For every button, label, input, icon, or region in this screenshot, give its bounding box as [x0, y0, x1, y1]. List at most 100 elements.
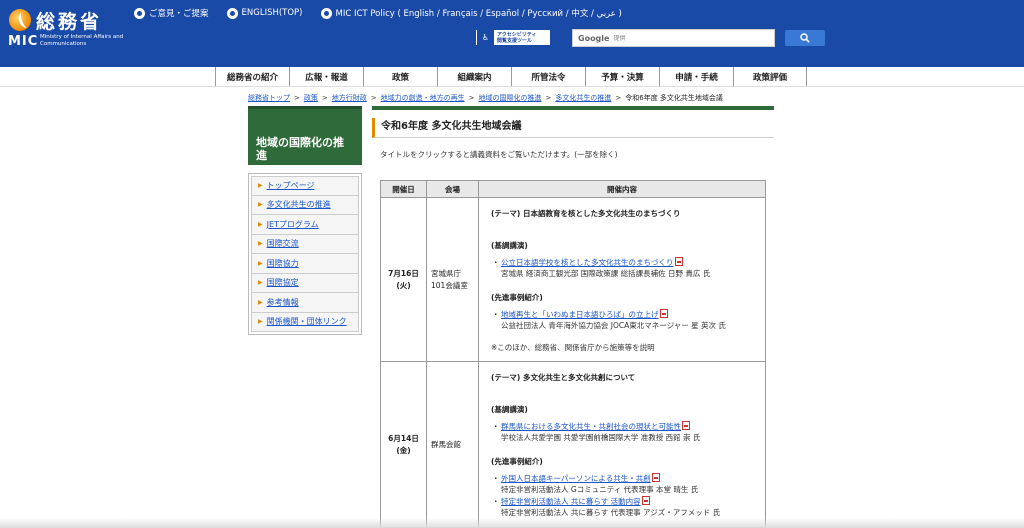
- sidebar-item-agreements[interactable]: ▶ 国際協定: [251, 273, 359, 293]
- english-top-link[interactable]: ENGLISH(TOP): [226, 7, 303, 19]
- sidebar-item-links[interactable]: ▶ 関係機関・団体リンク: [251, 312, 359, 332]
- lecture-material-link[interactable]: 地域再生と「いわぬま日本語ひろば」の立上げ: [501, 310, 659, 319]
- venue-line: 群馬会館: [431, 439, 461, 449]
- feedback-link-label: ご意見・ご提案: [149, 9, 209, 19]
- nav-applications[interactable]: 申請・手続: [659, 67, 733, 86]
- breadcrumb: 総務省トップ > 政策 > 地方行財政 > 地域力の創造・地方の再生 > 地域の…: [248, 93, 723, 103]
- arrow-right-icon: ▶: [258, 279, 263, 287]
- lecture-material-link[interactable]: 公立日本語学校を核とした多文化共生のまちづくり: [501, 258, 674, 267]
- nav-budget[interactable]: 予算・決算: [585, 67, 659, 86]
- lecture-title: 外国人日本語キーパーソンによる共生・共創: [501, 474, 651, 483]
- nav-evaluation[interactable]: 政策評価: [733, 67, 807, 86]
- content-cell: (テーマ) 多文化共生と多文化共創について (基調講演) ・ 群馬県における多文…: [478, 361, 766, 528]
- date-cell: 7月16日 (火): [380, 197, 427, 362]
- breadcrumb-link[interactable]: 地域の国際化の推進: [479, 93, 542, 103]
- logo-mic[interactable]: MIC: [8, 34, 38, 49]
- sidebar-item-label: 関係機関・団体リンク: [266, 317, 347, 327]
- bullet: ・: [492, 310, 500, 319]
- english-top-link-label: ENGLISH(TOP): [241, 8, 303, 18]
- lecture-title: 公立日本語学校を核とした多文化共生のまちづくり: [501, 258, 674, 267]
- list-item: ・ 地域再生と「いわぬま日本語ひろば」の立上げ 公益社団法人 青年海外協力協会 …: [491, 309, 757, 332]
- logo-subtitle[interactable]: Ministry of Internal Affairs and Communi…: [40, 34, 130, 47]
- lecture-title: 群馬県における多文化共生・共創社会の現状と可能性: [501, 422, 681, 431]
- sidebar-item-label: JETプログラム: [266, 219, 319, 229]
- nav-press[interactable]: 広報・報道: [289, 67, 363, 86]
- table-row: 6月14日 (金) 群馬会館 (テーマ) 多文化共生と多文化共創について (基調…: [380, 361, 766, 528]
- bullet: ・: [492, 258, 500, 267]
- arrow-right-icon: ▶: [258, 201, 263, 209]
- sidebar-item-multicultural[interactable]: ▶ 多文化共生の推進: [251, 195, 359, 215]
- search-icon: [800, 33, 810, 43]
- logo-kanji[interactable]: 総務省: [36, 7, 102, 34]
- sidebar-item-top[interactable]: ▶ トップページ: [251, 176, 359, 196]
- sidebar-item-jet[interactable]: ▶ JETプログラム: [251, 215, 359, 235]
- radio-icon: [134, 7, 145, 19]
- meeting-day: (金): [396, 445, 411, 455]
- sidebar-item-cooperation[interactable]: ▶ 国際協力: [251, 254, 359, 274]
- feedback-link[interactable]: ご意見・ご提案: [134, 7, 209, 19]
- bullet: ・: [492, 422, 500, 431]
- sidebar-item-label: 多文化共生の推進: [266, 200, 331, 210]
- arrow-right-icon: ▶: [258, 298, 263, 306]
- mic-logo-icon[interactable]: [9, 9, 31, 31]
- meeting-date: 7月16日: [388, 268, 419, 278]
- bullet: ・: [492, 474, 500, 483]
- pdf-icon: [651, 473, 660, 482]
- lecture-material-link[interactable]: 外国人日本語キーパーソンによる共生・共創: [501, 474, 651, 483]
- section-label: (基調講演): [491, 405, 528, 414]
- sidebar-item-label: 国際協定: [266, 278, 299, 288]
- nav-laws[interactable]: 所管法令: [511, 67, 585, 86]
- table-row: 7月16日 (火) 宮城県庁 101会議室 (テーマ) 日本語教育を核とした多文…: [380, 197, 766, 362]
- section-label: (先進事例紹介): [491, 457, 543, 466]
- breadcrumb-link[interactable]: 地方行財政: [332, 93, 367, 103]
- breadcrumb-link[interactable]: 多文化共生の推進: [555, 93, 611, 103]
- meeting-date: 6月14日: [388, 433, 419, 443]
- venue-line: 101会議室: [431, 280, 468, 290]
- accessibility-tool-button[interactable]: ♿ アクセシビリティ 閲覧支援ツール: [475, 29, 551, 46]
- radio-icon: [226, 7, 238, 19]
- sidebar-title: 地域の国際化の推進: [248, 106, 362, 165]
- lecture-material-link[interactable]: 群馬県における多文化共生・共創社会の現状と可能性: [501, 422, 681, 431]
- nav-organization[interactable]: 組織案内: [437, 67, 511, 86]
- pdf-icon: [641, 496, 650, 505]
- list-item: ・ 群馬県における多文化共生・共創社会の現状と可能性 学校法人共愛学園 共愛学園…: [491, 421, 757, 444]
- lecture-material-link[interactable]: 特定非営利活動法人 共に暮らす 活動内容: [501, 497, 641, 506]
- meeting-theme: (テーマ) 多文化共生と多文化共創について: [491, 373, 636, 382]
- bullet: ・: [492, 497, 500, 506]
- search-button[interactable]: [785, 30, 825, 46]
- list-item: ・ 外国人日本語キーパーソンによる共生・共創 特定非営利活動法人 Gコミュニティ…: [491, 473, 757, 496]
- sidebar-item-exchange[interactable]: ▶ 国際交流: [251, 234, 359, 254]
- list-item: ・ 公立日本語学校を核とした多文化共生のまちづくり 宮城県 経済商工観光部 国際…: [491, 257, 757, 280]
- access-line1: アクセシビリティ: [497, 31, 537, 38]
- search-box: Google: [572, 29, 775, 47]
- column-header: 会場: [426, 180, 479, 198]
- arrow-right-icon: ▶: [258, 259, 263, 267]
- radio-icon: [320, 7, 332, 19]
- breadcrumb-link[interactable]: 総務省トップ: [248, 93, 290, 103]
- venue-line: 宮城県庁: [431, 268, 461, 278]
- breadcrumb-link[interactable]: 地域力の創造・地方の再生: [381, 93, 465, 103]
- intro-text: タイトルをクリックすると講義資料をご覧いただけます。(一部を除く): [380, 150, 618, 159]
- page-title: 令和6年度 多文化共生地域会議: [372, 118, 774, 138]
- nav-policy[interactable]: 政策: [363, 67, 437, 86]
- nav-about[interactable]: 総務省の紹介: [215, 67, 289, 86]
- pdf-icon: [659, 309, 668, 318]
- breadcrumb-link[interactable]: 政策: [304, 93, 318, 103]
- section-label: (基調講演): [491, 241, 528, 250]
- date-cell: 6月14日 (金): [380, 361, 427, 528]
- section-label: (先進事例紹介): [491, 293, 543, 302]
- column-header: 開催日: [380, 180, 427, 198]
- header-links: ご意見・ご提案 ENGLISH(TOP) MIC ICT Policy ( En…: [134, 6, 640, 20]
- list-item: ・ 特定非営利活動法人 共に暮らす 活動内容 特定非営利活動法人 共に暮らす 代…: [491, 496, 757, 519]
- breadcrumb-separator: >: [321, 94, 328, 102]
- sidebar-item-reference[interactable]: ▶ 参考情報: [251, 293, 359, 313]
- arrow-right-icon: ▶: [258, 220, 263, 228]
- note: ※このほか、総務省、関係省庁から施策等を説明: [491, 343, 655, 352]
- breadcrumb-separator: >: [294, 94, 300, 102]
- site-header: 総務省 MIC Ministry of Internal Affairs and…: [0, 0, 1024, 67]
- search-input[interactable]: [613, 34, 754, 42]
- pdf-icon: [674, 257, 683, 266]
- venue-cell: 宮城県庁 101会議室: [426, 197, 479, 362]
- ict-policy-link[interactable]: MIC ICT Policy ( English / Français / Es…: [320, 7, 622, 19]
- breadcrumb-separator: >: [615, 94, 622, 102]
